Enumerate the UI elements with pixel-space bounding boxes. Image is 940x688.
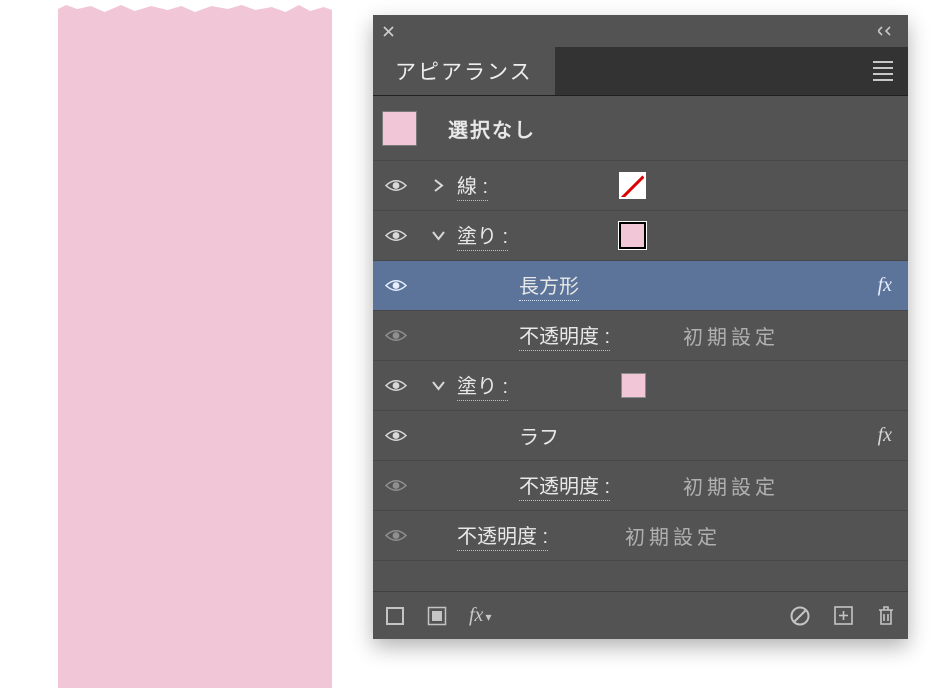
duplicate-item-button[interactable] <box>833 605 854 626</box>
opacity-label[interactable]: 不透明度 : <box>519 320 610 351</box>
expand-toggle[interactable] <box>419 230 457 241</box>
fx-icon[interactable]: fx <box>878 424 892 447</box>
eye-icon <box>385 328 407 343</box>
opacity-row-2[interactable]: 不透明度 : 初期設定 <box>373 461 908 511</box>
chevron-right-icon <box>433 179 444 192</box>
fx-icon: fx <box>469 604 483 627</box>
menu-icon <box>873 61 893 81</box>
fill-label[interactable]: 塗り : <box>457 370 508 401</box>
close-icon[interactable] <box>383 26 394 37</box>
panel-tabbar: アピアランス <box>373 47 908 96</box>
add-effect-button[interactable]: fx▾ <box>469 604 491 627</box>
eye-icon <box>385 378 407 393</box>
stroke-row[interactable]: 線 : <box>373 161 908 211</box>
tab-appearance[interactable]: アピアランス <box>373 47 555 95</box>
fill-swatch[interactable] <box>619 222 646 249</box>
expand-toggle[interactable] <box>419 380 457 391</box>
eye-icon <box>385 528 407 543</box>
expand-toggle[interactable] <box>419 179 457 192</box>
fill-label[interactable]: 塗り : <box>457 220 508 251</box>
canvas-shape <box>58 0 332 688</box>
panel-footer: fx▾ <box>373 591 908 639</box>
delete-item-button[interactable] <box>876 605 896 627</box>
new-fill-button[interactable] <box>427 606 447 626</box>
visibility-toggle[interactable] <box>373 328 419 343</box>
clear-appearance-button[interactable] <box>789 605 811 627</box>
fill-swatch[interactable] <box>621 373 646 398</box>
effect-row-rectangle[interactable]: 長方形 fx <box>373 261 908 311</box>
opacity-row-1[interactable]: 不透明度 : 初期設定 <box>373 311 908 361</box>
visibility-toggle[interactable] <box>373 528 419 543</box>
eye-icon <box>385 478 407 493</box>
selection-thumbnail[interactable] <box>383 112 416 145</box>
fill-row-1[interactable]: 塗り : <box>373 211 908 261</box>
eye-icon <box>385 278 407 293</box>
effect-rough-label[interactable]: ラフ <box>519 421 559 450</box>
eye-icon <box>385 178 407 193</box>
stroke-swatch-none[interactable] <box>619 172 646 199</box>
eye-icon <box>385 428 407 443</box>
visibility-toggle[interactable] <box>373 378 419 393</box>
effect-rectangle-label[interactable]: 長方形 <box>519 270 579 301</box>
chevron-down-icon <box>432 380 445 391</box>
object-opacity-row[interactable]: 不透明度 : 初期設定 <box>373 511 908 561</box>
panel-body: 選択なし 線 : 塗り : <box>373 96 908 591</box>
tab-label: アピアランス <box>395 56 533 86</box>
appearance-panel: アピアランス 選択なし 線 : <box>373 15 908 639</box>
opacity-value: 初期設定 <box>683 471 779 500</box>
visibility-toggle[interactable] <box>373 278 419 293</box>
visibility-toggle[interactable] <box>373 228 419 243</box>
empty-row <box>373 561 908 591</box>
stroke-label[interactable]: 線 : <box>457 170 488 201</box>
eye-icon <box>385 228 407 243</box>
fill-row-2[interactable]: 塗り : <box>373 361 908 411</box>
opacity-label[interactable]: 不透明度 : <box>519 470 610 501</box>
opacity-value: 初期設定 <box>683 321 779 350</box>
visibility-toggle[interactable] <box>373 478 419 493</box>
panel-menu-button[interactable] <box>858 47 908 95</box>
fx-icon[interactable]: fx <box>878 274 892 297</box>
selection-row: 選択なし <box>373 96 908 161</box>
opacity-label[interactable]: 不透明度 : <box>457 520 548 551</box>
new-stroke-button[interactable] <box>385 606 405 626</box>
collapse-icon[interactable] <box>878 26 898 36</box>
panel-titlebar[interactable] <box>373 15 908 47</box>
selection-label: 選択なし <box>448 114 536 143</box>
visibility-toggle[interactable] <box>373 178 419 193</box>
chevron-down-icon <box>432 230 445 241</box>
visibility-toggle[interactable] <box>373 428 419 443</box>
effect-row-rough[interactable]: ラフ fx <box>373 411 908 461</box>
opacity-value: 初期設定 <box>625 521 721 550</box>
